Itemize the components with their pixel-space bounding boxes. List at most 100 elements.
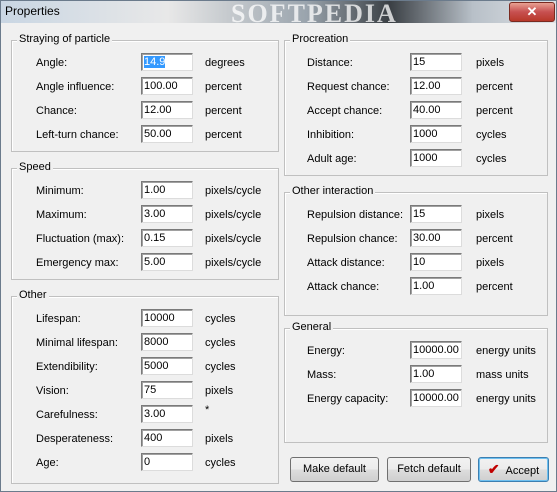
group-straying-title: Straying of particle — [17, 33, 113, 45]
lifespan-field[interactable]: 10000 — [141, 309, 193, 327]
fluctuation-field[interactable]: 0.15 — [141, 229, 193, 247]
label-accept-chance: Accept chance: — [307, 105, 383, 117]
row-attack-chance: Attack chance: 1.00 percent — [285, 277, 547, 297]
age-field[interactable]: 0 — [141, 453, 193, 471]
extendibility-field[interactable]: 5000 — [141, 357, 193, 375]
label-inhibition: Inhibition: — [307, 129, 355, 141]
unit-attack-distance: pixels — [476, 257, 505, 269]
energy-field[interactable]: 10000.00 — [410, 341, 462, 359]
vision-field[interactable]: 75 — [141, 381, 193, 399]
label-angle: Angle: — [36, 57, 68, 69]
label-distance: Distance: — [307, 57, 353, 69]
label-age: Age: — [36, 457, 59, 469]
unit-attack-chance: percent — [476, 281, 513, 293]
unit-maximum: pixels/cycle — [205, 209, 262, 221]
accept-chance-field[interactable]: 40.00 — [410, 101, 462, 119]
label-emergency-max: Emergency max: — [36, 257, 119, 269]
label-mass: Mass: — [307, 369, 337, 381]
label-repulsion-chance: Repulsion chance: — [307, 233, 398, 245]
group-straying: Straying of particle Angle: 14.9 degrees… — [11, 33, 279, 152]
group-speed-title: Speed — [17, 161, 53, 173]
unit-angle-influence: percent — [205, 81, 242, 93]
fetch-default-button[interactable]: Fetch default — [387, 457, 471, 482]
label-fluctuation: Fluctuation (max): — [36, 233, 125, 245]
angle-influence-field[interactable]: 100.00 — [141, 77, 193, 95]
row-angle: Angle: 14.9 degrees — [12, 53, 278, 73]
unit-vision: pixels — [205, 385, 234, 397]
unit-lifespan: cycles — [205, 313, 236, 325]
minimum-speed-field[interactable]: 1.00 — [141, 181, 193, 199]
row-energy: Energy: 10000.00 energy units — [285, 341, 547, 361]
group-other: Other Lifespan: 10000 cycles Minimal lif… — [11, 289, 279, 484]
accept-button[interactable]: ✔ Accept — [478, 457, 549, 482]
attack-distance-field[interactable]: 10 — [410, 253, 462, 271]
row-extendibility: Extendibility: 5000 cycles — [12, 357, 278, 377]
row-mass: Mass: 1.00 mass units — [285, 365, 547, 385]
make-default-button[interactable]: Make default — [290, 457, 379, 482]
group-procreation: Procreation Distance: 15 pixels Request … — [284, 33, 548, 176]
label-adult-age: Adult age: — [307, 153, 357, 165]
group-general-title: General — [290, 321, 334, 333]
row-repulsion-chance: Repulsion chance: 30.00 percent — [285, 229, 547, 249]
angle-field[interactable]: 14.9 — [141, 53, 193, 71]
repulsion-distance-field[interactable]: 15 — [410, 205, 462, 223]
close-button[interactable]: ✕ — [509, 2, 555, 22]
dialog-body: Straying of particle Angle: 14.9 degrees… — [5, 25, 552, 487]
inhibition-field[interactable]: 1000 — [410, 125, 462, 143]
unit-emergency-max: pixels/cycle — [205, 257, 262, 269]
group-other-interaction-title: Other interaction — [290, 185, 376, 197]
label-angle-influence: Angle influence: — [36, 81, 115, 93]
unit-carefulness: * — [205, 404, 210, 416]
title-bar[interactable]: Properties SOFTPEDIA ✕ — [1, 0, 556, 28]
row-repulsion-distance: Repulsion distance: 15 pixels — [285, 205, 547, 225]
checkmark-icon: ✔ — [487, 461, 500, 477]
unit-desperateness: pixels — [205, 433, 234, 445]
unit-angle: degrees — [205, 57, 245, 69]
row-lifespan: Lifespan: 10000 cycles — [12, 309, 278, 329]
label-minimum: Minimum: — [36, 185, 84, 197]
close-icon: ✕ — [526, 4, 538, 19]
row-fluctuation: Fluctuation (max): 0.15 pixels/cycle — [12, 229, 278, 249]
label-attack-chance: Attack chance: — [307, 281, 380, 293]
adult-age-field[interactable]: 1000 — [410, 149, 462, 167]
mass-field[interactable]: 1.00 — [410, 365, 462, 383]
label-lifespan: Lifespan: — [36, 313, 81, 325]
emergency-max-field[interactable]: 5.00 — [141, 253, 193, 271]
desperateness-field[interactable]: 400 — [141, 429, 193, 447]
unit-extendibility: cycles — [205, 361, 236, 373]
maximum-speed-field[interactable]: 3.00 — [141, 205, 193, 223]
minimal-lifespan-field[interactable]: 8000 — [141, 333, 193, 351]
unit-age: cycles — [205, 457, 236, 469]
row-vision: Vision: 75 pixels — [12, 381, 278, 401]
energy-capacity-field[interactable]: 10000.00 — [410, 389, 462, 407]
chance-field[interactable]: 12.00 — [141, 101, 193, 119]
unit-repulsion-chance: percent — [476, 233, 513, 245]
label-extendibility: Extendibility: — [36, 361, 98, 373]
row-accept-chance: Accept chance: 40.00 percent — [285, 101, 547, 121]
label-left-turn-chance: Left-turn chance: — [36, 129, 119, 141]
unit-request-chance: percent — [476, 81, 513, 93]
label-chance: Chance: — [36, 105, 77, 117]
repulsion-chance-field[interactable]: 30.00 — [410, 229, 462, 247]
label-carefulness: Carefulness: — [36, 409, 98, 421]
label-desperateness: Desperateness: — [36, 433, 114, 445]
group-other-interaction: Other interaction Repulsion distance: 15… — [284, 185, 548, 316]
unit-accept-chance: percent — [476, 105, 513, 117]
row-emergency-max: Emergency max: 5.00 pixels/cycle — [12, 253, 278, 273]
label-energy-capacity: Energy capacity: — [307, 393, 389, 405]
carefulness-field[interactable]: 3.00 — [141, 405, 193, 423]
row-desperateness: Desperateness: 400 pixels — [12, 429, 278, 449]
left-turn-chance-field[interactable]: 50.00 — [141, 125, 193, 143]
row-adult-age: Adult age: 1000 cycles — [285, 149, 547, 169]
attack-chance-field[interactable]: 1.00 — [410, 277, 462, 295]
row-age: Age: 0 cycles — [12, 453, 278, 473]
row-minimal-lifespan: Minimal lifespan: 8000 cycles — [12, 333, 278, 353]
request-chance-field[interactable]: 12.00 — [410, 77, 462, 95]
procreation-distance-field[interactable]: 15 — [410, 53, 462, 71]
unit-inhibition: cycles — [476, 129, 507, 141]
window-title: Properties — [5, 4, 60, 18]
label-request-chance: Request chance: — [307, 81, 390, 93]
unit-left-turn-chance: percent — [205, 129, 242, 141]
group-general: General Energy: 10000.00 energy units Ma… — [284, 321, 548, 443]
row-minimum: Minimum: 1.00 pixels/cycle — [12, 181, 278, 201]
